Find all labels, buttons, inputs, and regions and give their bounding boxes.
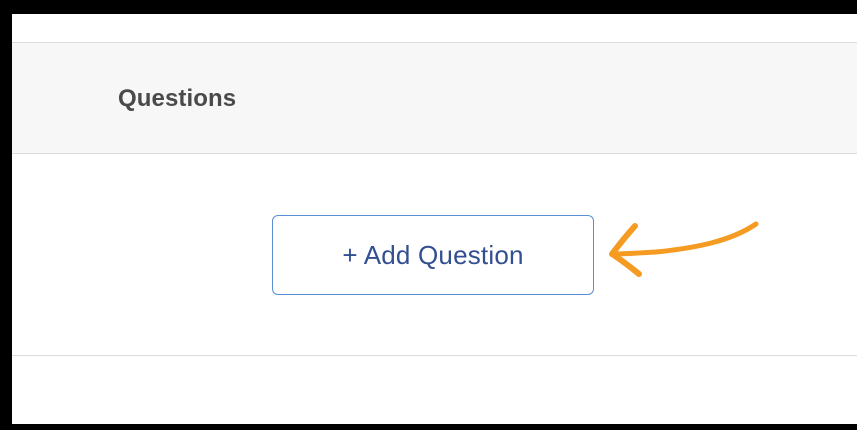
- screenshot-frame: Questions + Add Question: [12, 14, 857, 424]
- questions-content-area: + Add Question: [12, 154, 857, 356]
- questions-section-header: Questions: [12, 42, 857, 154]
- add-question-button[interactable]: + Add Question: [272, 215, 594, 295]
- section-title: Questions: [118, 85, 237, 112]
- arrow-pointer-icon: [609, 221, 759, 277]
